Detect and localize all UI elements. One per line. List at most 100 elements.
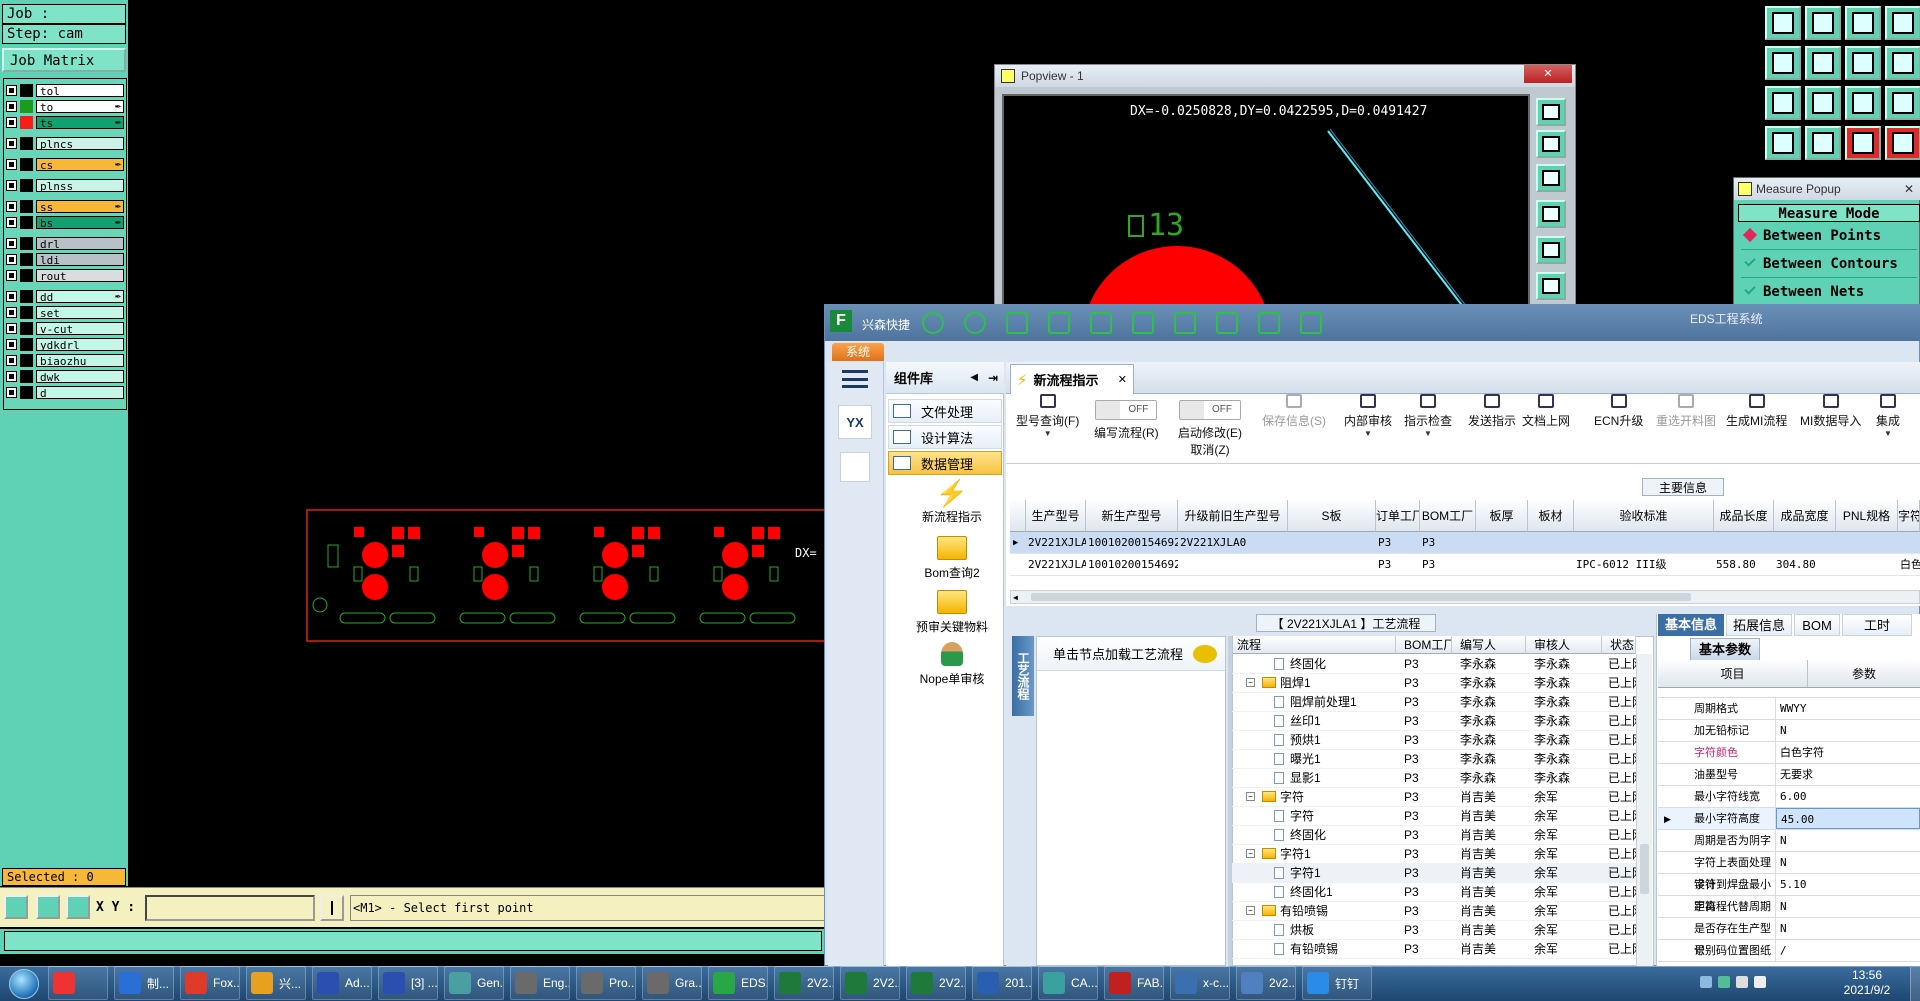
taskbar-item[interactable]: 2V2... (774, 966, 834, 1000)
param-value[interactable]: 45.00 (1776, 808, 1920, 829)
layer-row[interactable]: d (6, 385, 124, 400)
layer-row[interactable]: ts ✒ (6, 115, 124, 130)
film-icon[interactable] (1090, 312, 1112, 334)
tree-column-header[interactable]: 审核人 (1526, 636, 1602, 654)
param-row[interactable]: 周期是否为阴字 N (1658, 830, 1920, 852)
popview-close-button[interactable]: ✕ (1524, 65, 1572, 83)
tree-node[interactable]: 有铅喷锡 (1232, 940, 1396, 958)
param-value[interactable]: N (1776, 918, 1920, 939)
collapse-toggle-icon[interactable]: − (1246, 678, 1255, 687)
grid-column-header[interactable]: 生产型号 (1026, 500, 1086, 532)
cam-tool-button[interactable] (1845, 6, 1881, 40)
yx-factory-icon[interactable]: YX (838, 405, 872, 439)
layer-name[interactable]: set (36, 305, 124, 320)
toolbar-button[interactable]: 重选开料图 (1656, 394, 1716, 429)
tree-node[interactable]: 字符 (1232, 807, 1396, 825)
layer-row[interactable]: rout (6, 268, 124, 283)
taskbar-item[interactable]: 2v2... (1236, 966, 1296, 1000)
sidebar-item[interactable]: Nope单审核 (910, 642, 994, 687)
param-value[interactable]: 5.10 (1776, 874, 1920, 895)
measure-icon[interactable] (36, 895, 60, 919)
sidebar-item[interactable]: 预审关键物料 (910, 590, 994, 635)
layer-name[interactable]: d (36, 385, 124, 400)
taskbar-item[interactable]: [3] ... (378, 966, 438, 1000)
layer-row[interactable]: ldi (6, 252, 124, 267)
start-button[interactable] (4, 967, 44, 1000)
tree-row[interactable]: 曝光1 P3 李永森 李永森 已上网 (1232, 750, 1652, 769)
lifebuoy-icon[interactable] (964, 312, 986, 334)
layer-name[interactable]: to ✒ (36, 99, 124, 114)
cam-tool-button[interactable] (1805, 6, 1841, 40)
layer-checkbox[interactable] (6, 322, 17, 334)
popview-titlebar[interactable]: Popview - 1 (995, 65, 1575, 87)
calculator-icon[interactable] (840, 452, 870, 482)
measure-mode-option[interactable]: Between Points (1741, 222, 1917, 250)
layer-checkbox[interactable] (6, 306, 17, 318)
measure-titlebar[interactable]: Measure Popup ✕ (1734, 178, 1920, 200)
tree-node[interactable]: 终固化1 (1232, 883, 1396, 901)
layer-row[interactable]: plncs (6, 136, 124, 151)
param-row[interactable]: 最小字符线宽 6.00 (1658, 786, 1920, 808)
param-row[interactable]: 字符到焊盘最小距离 5.10 (1658, 874, 1920, 913)
tree-row[interactable]: 显影1 P3 李永森 李永森 已上网 (1232, 769, 1652, 788)
layer-row[interactable]: ss ✒ (6, 199, 124, 214)
measure-mode-option[interactable]: Between Contours (1741, 250, 1917, 278)
tree-column-header[interactable]: 流程 (1233, 636, 1396, 654)
collapse-toggle-icon[interactable]: − (1246, 906, 1255, 915)
tree-row[interactable]: 字符1 P3 肖吉美 余军 已上网 (1232, 864, 1652, 883)
tree-column-header[interactable]: 编写人 (1452, 636, 1526, 654)
collapse-left-icon[interactable]: ◀ (970, 372, 978, 383)
layer-name[interactable]: rout (36, 268, 124, 283)
pin-icon[interactable]: ⇥ (988, 371, 998, 385)
cam-tool-button[interactable] (1885, 46, 1920, 80)
sidebar-menu-item[interactable]: 数据管理 (888, 451, 1002, 475)
layer-row[interactable]: dd ✒ (6, 289, 124, 304)
cam-tool-button[interactable] (1845, 86, 1881, 120)
cam-tool-button[interactable] (1885, 6, 1920, 40)
popview-canvas[interactable]: DX=-0.0250828,DY=0.0422595,D=0.0491427 1… (1002, 94, 1530, 319)
cam-tool-button[interactable] (1885, 86, 1920, 120)
quick-toolbar-more-icon[interactable] (1396, 316, 1406, 326)
grid-column-header[interactable]: PNL规格 (1836, 500, 1898, 532)
taskbar-item[interactable]: Gen... (444, 966, 504, 1000)
popview-tool-button[interactable] (1536, 98, 1566, 126)
collapse-toggle-icon[interactable]: − (1246, 849, 1255, 858)
sidebar-item[interactable]: Bom查询2 (910, 536, 994, 581)
param-value[interactable]: N (1776, 852, 1920, 873)
popview-tool-button[interactable] (1536, 272, 1566, 300)
tree-node[interactable]: 显影1 (1232, 769, 1396, 787)
taskbar-item[interactable]: 钉钉 (1302, 966, 1372, 1000)
tree-node[interactable]: − 字符1 (1232, 845, 1396, 863)
taskbar-item[interactable] (48, 966, 108, 1000)
layer-checkbox[interactable] (6, 237, 17, 249)
param-value[interactable]: 无要求 (1776, 764, 1920, 785)
tree-node[interactable]: 终固化 (1232, 655, 1396, 673)
toolbar-button[interactable]: 内部审核 ▼ (1344, 394, 1392, 438)
cam-tool-button[interactable] (1765, 126, 1801, 160)
layer-checkbox[interactable] (6, 338, 17, 350)
layer-row[interactable]: bs ✒ (6, 215, 124, 230)
toggle-switch[interactable]: OFF (1095, 400, 1158, 420)
cursor-icon[interactable] (320, 895, 344, 921)
toolbar-button[interactable]: ECN升级 (1594, 394, 1643, 429)
cam-tool-button[interactable] (1885, 126, 1920, 160)
cam-tool-button[interactable] (1805, 46, 1841, 80)
grid-icon[interactable] (1174, 312, 1196, 334)
layer-checkbox[interactable] (6, 137, 17, 149)
tree-vscroll[interactable] (1636, 654, 1652, 966)
cam-tool-button[interactable] (1765, 6, 1801, 40)
param-row[interactable]: 字符颜色 白色字符 (1658, 742, 1920, 764)
tree-row[interactable]: − 字符 P3 肖吉美 余军 已上网 (1232, 788, 1652, 807)
toolbar-button[interactable]: OFF 启动修改(E) 取消(Z) (1178, 394, 1242, 458)
grid-icon[interactable] (66, 895, 90, 919)
layer-name[interactable]: ldi (36, 252, 124, 267)
grid-column-header[interactable]: 字符 (1898, 500, 1920, 532)
layer-checkbox[interactable] (6, 100, 17, 112)
cam-tool-button[interactable] (1765, 46, 1801, 80)
collapse-toggle-icon[interactable]: − (1246, 792, 1255, 801)
dropdown-arrow-icon[interactable]: ▼ (1016, 429, 1079, 438)
param-value[interactable]: N (1776, 720, 1920, 741)
params-tab[interactable]: 拓展信息 (1726, 614, 1792, 636)
grid-hscroll[interactable]: ◀ (1010, 590, 1920, 604)
param-row[interactable]: 油墨型号 无要求 (1658, 764, 1920, 786)
